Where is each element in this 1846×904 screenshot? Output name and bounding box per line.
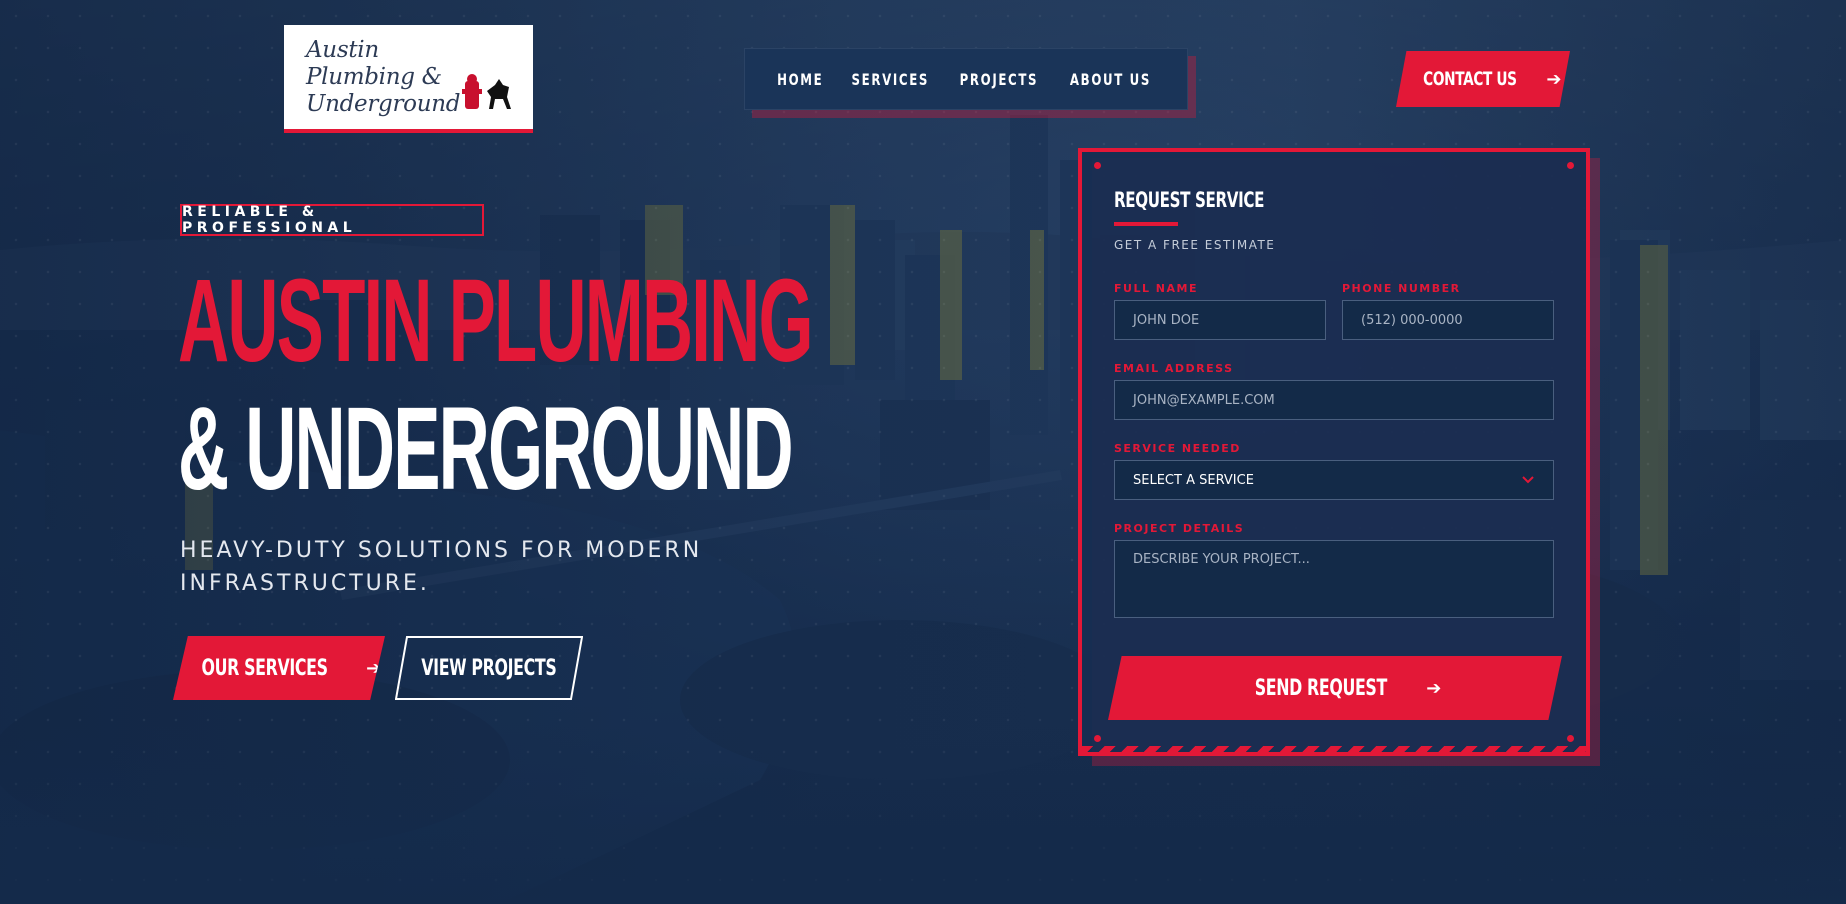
service-label: SERVICE NEEDED [1114,442,1241,455]
contact-us-label: CONTACT US [1422,68,1517,90]
nav-about-us[interactable]: ABOUT US [1070,70,1151,89]
view-projects-label: VIEW PROJECTS [421,655,557,681]
hero-title-line1: AUSTIN PLUMBING [178,255,814,387]
form-subtitle: GET A FREE ESTIMATE [1114,238,1276,252]
logo-wordmark: Austin Plumbing & Underground [306,36,461,117]
hazard-stripes [1082,746,1586,752]
request-service-form: REQUEST SERVICE GET A FREE ESTIMATE FULL… [1078,148,1590,756]
chevron-down-icon [1522,476,1534,484]
full-name-label: FULL NAME [1114,282,1198,295]
our-services-label: OUR SERVICES [201,655,328,681]
phone-label: PHONE NUMBER [1342,282,1461,295]
our-services-button[interactable]: OUR SERVICES ➔ [173,636,385,700]
rivet-icon [1094,162,1101,169]
hero-subtitle: HEAVY-DUTY SOLUTIONS FOR MODERN INFRASTR… [180,538,703,596]
phone-input[interactable]: (512) 000-0000 [1342,300,1554,340]
service-select-value: SELECT A SERVICE [1133,472,1254,488]
form-title: REQUEST SERVICE [1114,188,1265,212]
nav-home[interactable]: HOME [777,70,823,89]
arrow-right-icon: ➔ [1426,677,1442,699]
service-select[interactable]: SELECT A SERVICE [1114,460,1554,500]
arrow-right-icon: ➔ [1546,68,1562,90]
full-name-input[interactable]: JOHN DOE [1114,300,1326,340]
hydrant-dog-icon [462,74,511,109]
rivet-icon [1567,735,1574,742]
send-request-button[interactable]: SEND REQUEST ➔ [1108,656,1562,720]
contact-us-button[interactable]: CONTACT US ➔ [1396,51,1570,107]
send-request-label: SEND REQUEST [1254,675,1387,701]
details-label: PROJECT DETAILS [1114,522,1245,535]
company-logo[interactable]: Austin Plumbing & Underground [284,25,533,133]
hero-badge: RELIABLE & PROFESSIONAL [180,204,484,236]
hero-title-line2: & UNDERGROUND [178,383,794,515]
email-input[interactable]: JOHN@EXAMPLE.COM [1114,380,1554,420]
main-nav: HOME SERVICES PROJECTS ABOUT US [744,48,1188,110]
nav-projects[interactable]: PROJECTS [960,70,1039,89]
view-projects-button[interactable]: VIEW PROJECTS [395,636,583,700]
rivet-icon [1094,735,1101,742]
project-details-textarea[interactable]: DESCRIBE YOUR PROJECT... [1114,540,1554,618]
nav-services[interactable]: SERVICES [851,70,929,89]
rivet-icon [1567,162,1574,169]
email-label: EMAIL ADDRESS [1114,362,1234,375]
